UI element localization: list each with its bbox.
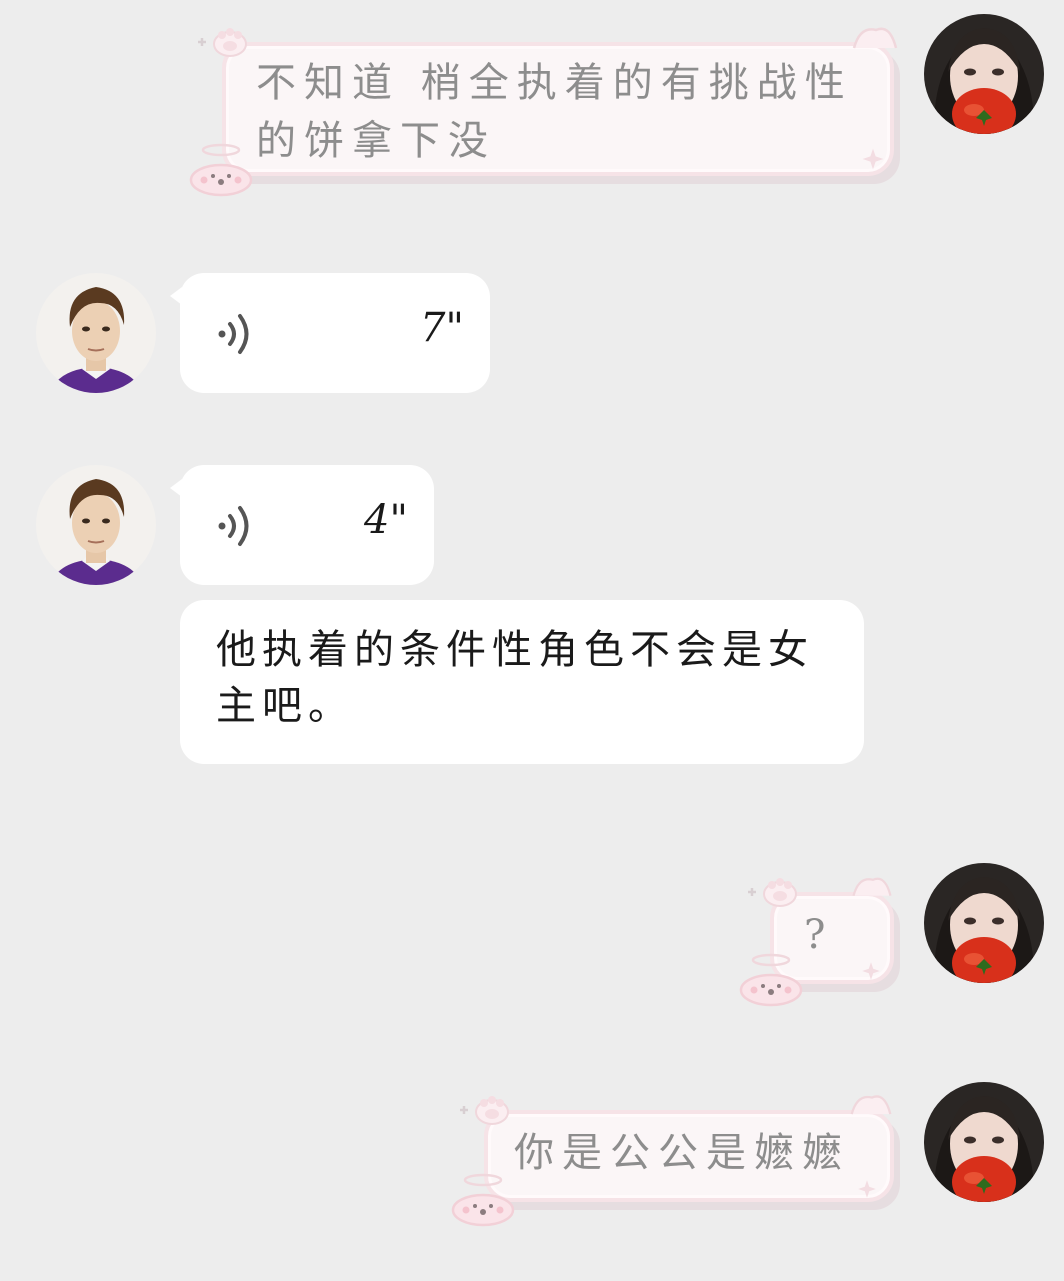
voice-duration: 4" [364, 497, 408, 543]
voice-wave-icon [216, 311, 256, 357]
outgoing-message-bubble[interactable]: 不知道 梢全执着的有挑战性 的饼拿下没 [222, 42, 894, 176]
my-avatar[interactable] [924, 1082, 1044, 1202]
message-text: ? [804, 912, 834, 958]
my-avatar[interactable] [924, 14, 1044, 134]
message-text-line: 不知道 梢全执着的有挑战性 [256, 60, 853, 106]
message-text: 你是公公是嬷嬷 [514, 1130, 850, 1176]
voice-wave-icon [216, 503, 256, 549]
message-text-line: 的饼拿下没 [256, 118, 496, 164]
bubble-tail [170, 287, 182, 305]
contact-avatar[interactable] [36, 465, 156, 585]
voice-message-bubble[interactable]: 7" [170, 273, 490, 393]
outgoing-message-bubble[interactable]: 你是公公是嬷嬷 [484, 1110, 894, 1202]
incoming-message-bubble[interactable]: 他执着的条件性角色不会是女 主吧。 [180, 600, 864, 764]
message-text-line: 他执着的条件性角色不会是女 [216, 627, 814, 673]
voice-message-bubble[interactable]: 4" [170, 465, 434, 585]
bubble-tail [170, 479, 182, 497]
voice-duration: 7" [420, 305, 464, 351]
outgoing-message-bubble[interactable]: ? [770, 892, 894, 984]
contact-avatar[interactable] [36, 273, 156, 393]
message-text-line: 主吧。 [216, 683, 354, 729]
my-avatar[interactable] [924, 863, 1044, 983]
